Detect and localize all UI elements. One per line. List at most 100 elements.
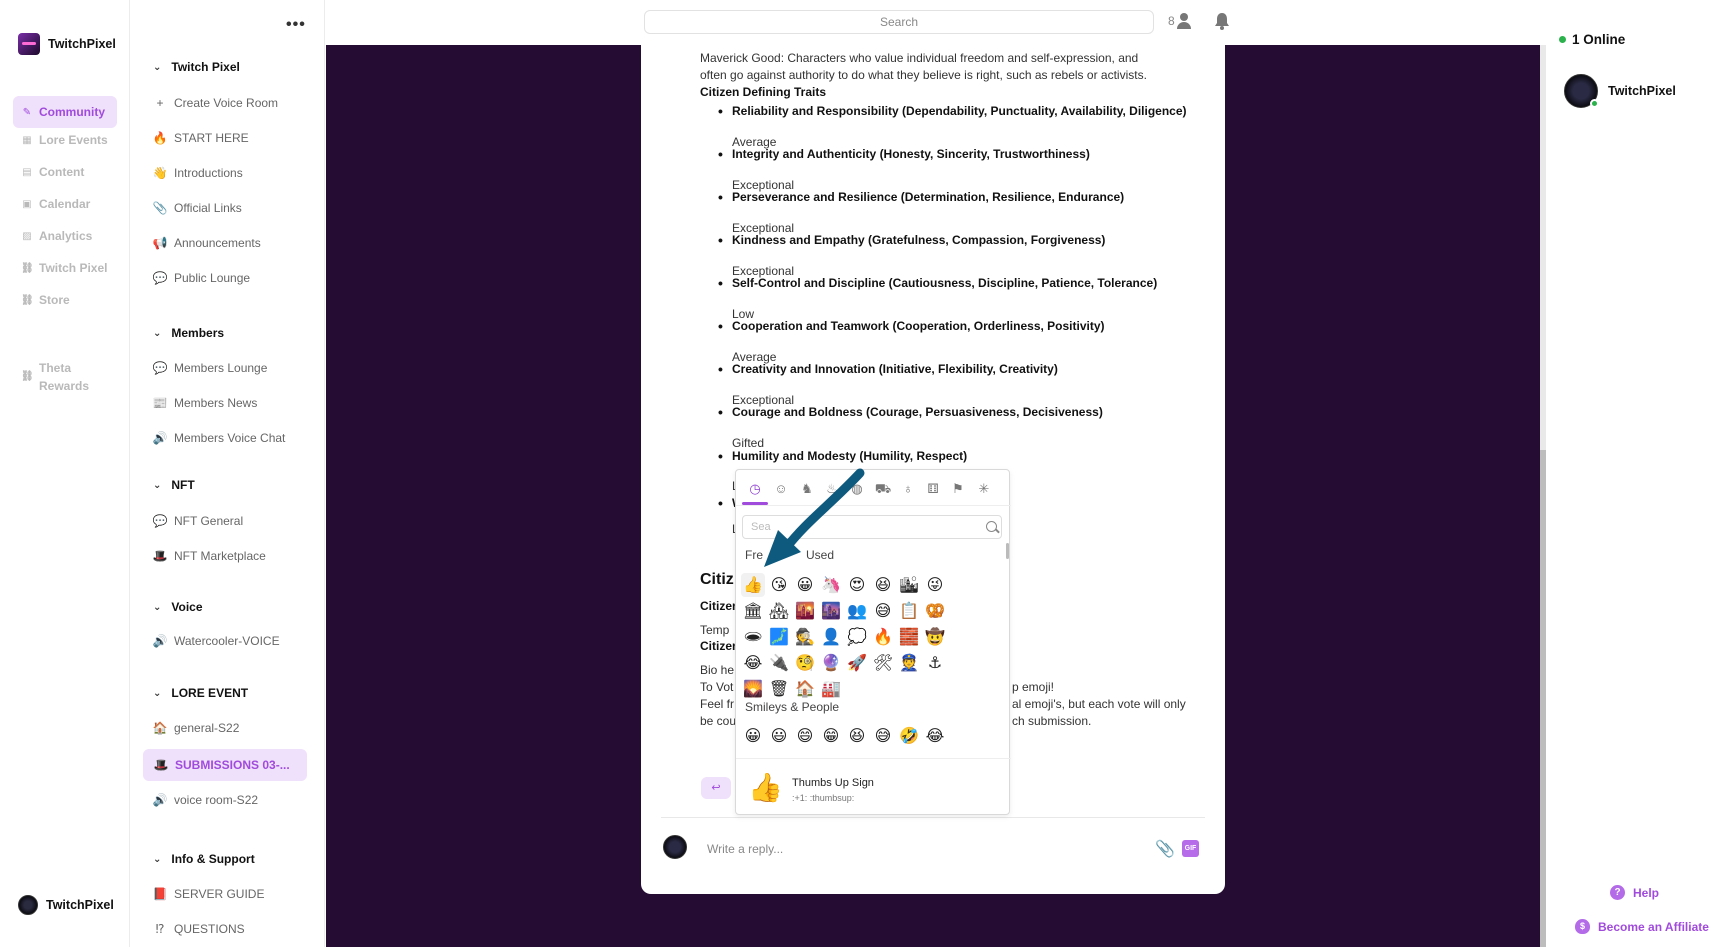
emoji-button[interactable]: 😅 — [871, 724, 895, 748]
channel-members-voice-chat[interactable]: 🔊 Members Voice Chat — [152, 424, 318, 452]
nav-twitch-pixel[interactable]: ⛓ Twitch Pixel — [13, 252, 117, 284]
channel-server-guide[interactable]: 📕 SERVER GUIDE — [152, 880, 318, 908]
emoji-button[interactable]: 😆 — [871, 573, 895, 597]
emoji-button[interactable]: 😀 — [793, 573, 817, 597]
emoji-button[interactable]: 😂 — [923, 724, 947, 748]
emoji-button[interactable]: 😄 — [793, 724, 817, 748]
emoji-button[interactable]: 👤 — [819, 625, 843, 649]
left-nav: TwitchPixel ✎ Community ▦ Lore Events ▤ … — [0, 0, 130, 947]
nav-lore-events[interactable]: ▦ Lore Events — [13, 124, 117, 156]
emoji-button[interactable]: 🗑 — [767, 677, 791, 701]
emoji-search-input[interactable]: Sea — [742, 515, 1002, 539]
nav-theta-rewards[interactable]: ⛓ Theta Rewards — [13, 357, 117, 397]
emoji-button[interactable]: 🏠 — [793, 677, 817, 701]
emoji-button[interactable]: 😘 — [767, 573, 791, 597]
emoji-button[interactable]: 💭 — [845, 625, 869, 649]
emoji-button[interactable]: 😜 — [923, 573, 947, 597]
channel-introductions[interactable]: 👋 Introductions — [152, 159, 318, 187]
emoji-button[interactable]: 😆 — [845, 724, 869, 748]
channel-submissions[interactable]: 🎩 SUBMISSIONS 03-... — [143, 749, 307, 781]
channel-members-lounge[interactable]: 💬 Members Lounge — [152, 354, 318, 382]
channel-public-lounge[interactable]: 💬 Public Lounge — [152, 264, 318, 292]
emoji-button[interactable]: 🥨 — [923, 599, 947, 623]
emoji-button[interactable]: 😀 — [741, 724, 765, 748]
emoji-button[interactable]: 😃 — [767, 724, 791, 748]
channel-members-news[interactable]: 📰 Members News — [152, 389, 318, 417]
emoji-button[interactable]: 🤣 — [897, 724, 921, 748]
emoji-button[interactable]: 🗾 — [767, 625, 791, 649]
emoji-button[interactable]: 😂 — [741, 651, 765, 675]
channel-nft-general[interactable]: 💬 NFT General — [152, 507, 318, 535]
channel-questions[interactable]: ⁉ QUESTIONS — [152, 915, 318, 943]
flag-icon[interactable]: ⚑ — [948, 479, 968, 499]
add-reaction-button[interactable]: ↩ — [701, 777, 731, 799]
emoji-button[interactable]: 🕵 — [793, 625, 817, 649]
channel-start-here[interactable]: 🔥 START HERE — [152, 124, 318, 152]
more-options-icon[interactable]: ••• — [286, 16, 306, 34]
emoji-button[interactable]: 🦄 — [819, 573, 843, 597]
emoji-button[interactable]: 🔥 — [871, 625, 895, 649]
nav-store[interactable]: ⛓ Store — [13, 284, 117, 316]
affiliate-link[interactable]: $ Become an Affiliate — [1575, 919, 1709, 934]
emoji-button[interactable]: ⚓ — [923, 651, 947, 675]
emoji-button[interactable]: 🌄 — [741, 677, 765, 701]
animal-icon[interactable]: ♞ — [797, 479, 817, 499]
emoji-button[interactable]: 👮 — [897, 651, 921, 675]
channel-create-voice-room[interactable]: + Create Voice Room — [152, 89, 318, 117]
emoji-button[interactable]: 🤠 — [923, 625, 947, 649]
bell-icon[interactable] — [1214, 12, 1230, 30]
emoji-button[interactable]: 👥 — [845, 599, 869, 623]
attachment-icon[interactable]: 📎 — [1155, 839, 1175, 859]
emoji-button[interactable]: 🛠 — [871, 651, 895, 675]
channel-general-s22[interactable]: 🏠 general-S22 — [152, 714, 318, 742]
reply-input[interactable]: Write a reply... — [707, 842, 783, 856]
nav-calendar[interactable]: ▣ Calendar — [13, 188, 117, 220]
channel-voice-room-s22[interactable]: 🔊 voice room-S22 — [152, 786, 318, 814]
emoji-button[interactable]: 🧐 — [793, 651, 817, 675]
emoji-button[interactable]: 🚀 — [845, 651, 869, 675]
section-twitch-pixel[interactable]: ⌄ Twitch Pixel — [153, 60, 240, 74]
gif-button[interactable]: GIF — [1182, 840, 1199, 857]
ball-icon[interactable]: ◍ — [847, 479, 867, 499]
emoji-button[interactable]: 🏙 — [897, 573, 921, 597]
nav-analytics[interactable]: ▨ Analytics — [13, 220, 117, 252]
section-voice[interactable]: ⌄ Voice — [153, 600, 203, 614]
bulb-icon[interactable]: ♁ — [898, 479, 918, 499]
brand[interactable]: TwitchPixel — [18, 33, 116, 55]
clock-icon[interactable]: ◷ — [745, 479, 765, 499]
emoji-button[interactable]: 🏛 — [741, 599, 765, 623]
search-input[interactable]: Search — [644, 10, 1154, 34]
channel-watercooler-voice[interactable]: 🔊 Watercooler-VOICE — [152, 627, 318, 655]
food-icon[interactable]: ♨ — [822, 479, 842, 499]
emoji-button[interactable]: 📋 — [897, 599, 921, 623]
section-members[interactable]: ⌄ Members — [153, 326, 224, 340]
current-user[interactable]: TwitchPixel — [18, 895, 114, 915]
emoji-button[interactable]: 🌇 — [793, 599, 817, 623]
nav-content[interactable]: ▤ Content — [13, 156, 117, 188]
emoji-button[interactable]: 👍 — [741, 573, 765, 597]
channel-announcements[interactable]: 📢 Announcements — [152, 229, 318, 257]
channel-nft-marketplace[interactable]: 🎩 NFT Marketplace — [152, 542, 318, 570]
section-nft[interactable]: ⌄ NFT — [153, 478, 195, 492]
help-link[interactable]: ? Help — [1610, 885, 1659, 900]
member-count[interactable]: 8 — [1168, 13, 1191, 29]
custom-icon[interactable]: ✳ — [974, 479, 994, 499]
emoji-button[interactable]: 🕳 — [741, 625, 765, 649]
emoji-button[interactable]: 🔮 — [819, 651, 843, 675]
emoji-button[interactable]: 😁 — [819, 724, 843, 748]
symbols-icon[interactable]: ⚅ — [923, 479, 943, 499]
emoji-button[interactable]: 😍 — [845, 573, 869, 597]
emoji-button[interactable]: 🏭 — [819, 677, 843, 701]
emoji-button[interactable]: 🏘 — [767, 599, 791, 623]
section-info-support[interactable]: ⌄ Info & Support — [153, 852, 255, 866]
smiley-icon[interactable]: ☺ — [771, 479, 791, 499]
car-icon[interactable]: ⛟ — [873, 479, 893, 499]
emoji-button[interactable]: 🧱 — [897, 625, 921, 649]
emoji-button[interactable]: 🔌 — [767, 651, 791, 675]
emoji-button[interactable]: 😅 — [871, 599, 895, 623]
online-member[interactable]: TwitchPixel — [1564, 74, 1676, 108]
channel-official-links[interactable]: 📎 Official Links — [152, 194, 318, 222]
section-lore-event[interactable]: ⌄ LORE EVENT — [153, 686, 248, 700]
emoji-button[interactable]: 🌆 — [819, 599, 843, 623]
picker-scrollbar[interactable] — [1006, 543, 1009, 559]
